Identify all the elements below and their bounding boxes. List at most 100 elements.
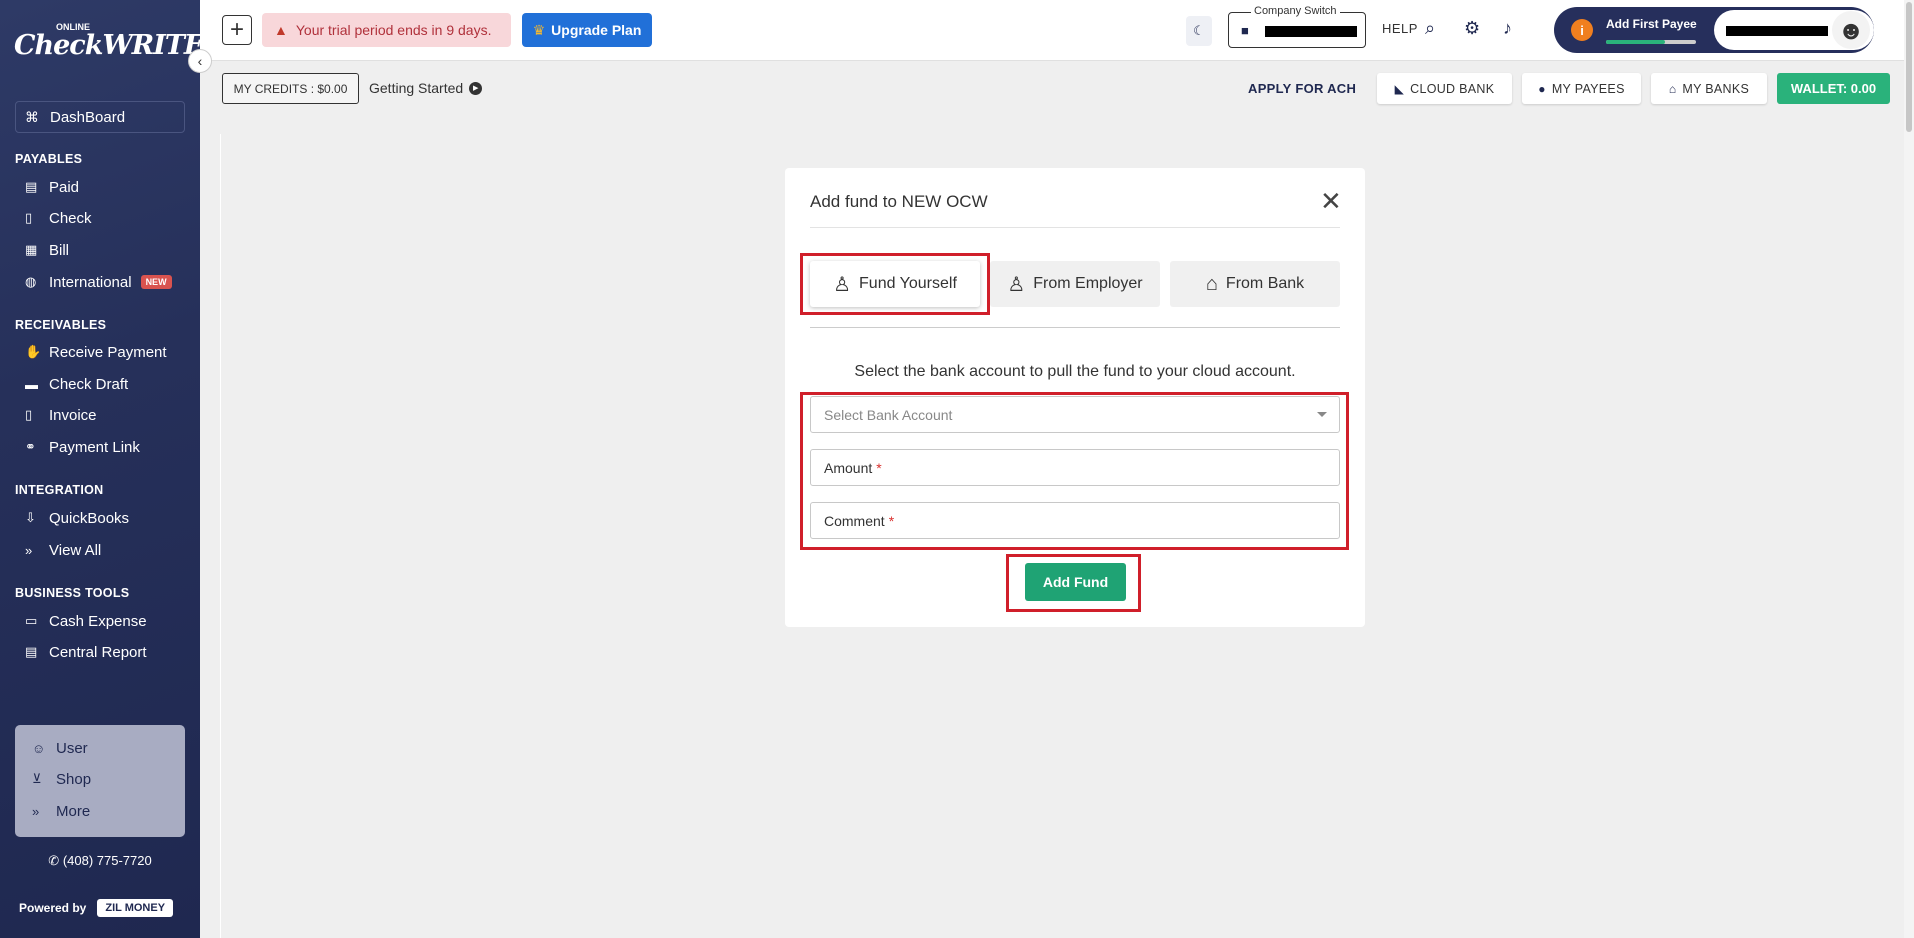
redacted-user-name — [1726, 26, 1828, 36]
section-receivables: RECEIVABLES — [15, 318, 107, 332]
tab-from-bank[interactable]: ⌂ From Bank — [1170, 261, 1340, 307]
sidebar-item-label: More — [56, 802, 91, 820]
command-icon: ⌘ — [25, 108, 39, 125]
company-switch-label: Company Switch — [1251, 5, 1340, 17]
phone-icon: ✆ — [48, 853, 60, 868]
add-new-button[interactable]: + — [222, 15, 252, 45]
section-integration: INTEGRATION — [15, 483, 104, 497]
sidebar-item-dashboard[interactable]: ⌘ DashBoard — [15, 101, 185, 133]
sidebar-item-label: Receive Payment — [49, 343, 167, 361]
sidebar-item-check-draft[interactable]: ▬ Check Draft — [25, 372, 128, 396]
section-business-tools: BUSINESS TOOLS — [15, 586, 130, 600]
sidebar-item-label: Cash Expense — [49, 612, 147, 630]
amount-field[interactable]: Amount * — [810, 449, 1340, 486]
upgrade-plan-button[interactable]: ♛ Upgrade Plan — [522, 13, 652, 47]
moon-icon: ☾ — [1193, 23, 1205, 38]
my-banks-button[interactable]: ⌂ MY BANKS — [1651, 73, 1767, 104]
sidebar-item-label: Central Report — [49, 643, 147, 661]
divider — [810, 227, 1340, 228]
globe-icon: ◍ — [25, 274, 37, 289]
hand-money-icon: ✋ — [25, 344, 42, 359]
sidebar-item-international[interactable]: ◍ International NEW — [25, 270, 172, 294]
chevron-down-icon — [1317, 412, 1327, 417]
tab-from-employer[interactable]: ♙ From Employer — [990, 261, 1160, 307]
getting-started-label: Getting Started — [369, 80, 464, 96]
sidebar-item-central-report[interactable]: ▤ Central Report — [25, 640, 147, 664]
support-phone[interactable]: ✆ (408) 775-7720 — [0, 853, 200, 869]
sidebar-item-label: View All — [49, 541, 102, 559]
company-switch[interactable]: Company Switch ■ — [1228, 5, 1366, 48]
sidebar-item-quickbooks[interactable]: ⇩ QuickBooks — [25, 506, 129, 530]
avatar: ☻ — [1832, 11, 1870, 49]
bank-icon: ⌂ — [1668, 81, 1677, 96]
wallet-icon: ▭ — [25, 613, 38, 628]
redacted-company-name — [1265, 26, 1357, 37]
sidebar-item-check[interactable]: ▯ Check — [25, 206, 92, 230]
sidebar-item-invoice[interactable]: ▯ Invoice — [25, 403, 97, 427]
add-fund-modal: Add fund to NEW OCW ✕ ♙ Fund Yourself ♙ Fr… — [785, 168, 1365, 627]
dark-mode-toggle[interactable]: ☾ — [1186, 16, 1212, 46]
receipt-icon: ▤ — [25, 179, 38, 194]
sidebar-item-cash-expense[interactable]: ▭ Cash Expense — [25, 609, 147, 633]
sidebar-item-shop[interactable]: ⊻ Shop — [32, 767, 91, 791]
comment-field[interactable]: Comment * — [810, 502, 1340, 539]
cloud-bank-icon: ◣ — [1394, 81, 1405, 96]
tab-label: Fund Yourself — [859, 275, 957, 292]
zil-money-logo[interactable]: ZIL MONEY — [97, 899, 174, 917]
wallet-button[interactable]: WALLET: 0.00 — [1777, 73, 1890, 104]
my-payees-button[interactable]: ● MY PAYEES — [1522, 73, 1641, 104]
payee-progress-fill — [1606, 40, 1665, 44]
sidebar-item-receive-payment[interactable]: ✋ Receive Payment — [25, 340, 167, 364]
sidebar-item-paid[interactable]: ▤ Paid — [25, 175, 79, 199]
sidebar-item-payment-link[interactable]: ⚭ Payment Link — [25, 435, 140, 459]
user-menu[interactable]: ☻ — [1714, 10, 1874, 50]
cloud-bank-button[interactable]: ◣ CLOUD BANK — [1377, 73, 1512, 104]
sidebar-item-more[interactable]: » More — [32, 799, 90, 823]
tab-fund-yourself[interactable]: ♙ Fund Yourself — [810, 261, 980, 307]
sidebar-item-bill[interactable]: ▦ Bill — [25, 238, 69, 262]
my-credits-badge[interactable]: MY CREDITS : $0.00 — [222, 73, 359, 104]
powered-by: Powered by ZIL MONEY — [19, 899, 174, 917]
crown-icon: ♛ — [532, 21, 546, 38]
bill-icon: ▦ — [25, 242, 38, 257]
person-icon: ♙ — [833, 273, 852, 296]
briefcase-icon: ■ — [1241, 23, 1249, 38]
sidebar-item-user[interactable]: ☺ User — [32, 736, 88, 760]
add-fund-button[interactable]: Add Fund — [1025, 563, 1126, 601]
tab-label: From Bank — [1225, 275, 1305, 292]
modal-description: Select the bank account to pull the fund… — [854, 363, 1296, 380]
required-mark: * — [888, 512, 895, 529]
sidebar-item-label: Check Draft — [49, 375, 129, 393]
invoice-icon: ▯ — [25, 407, 33, 422]
page-scrollbar[interactable] — [1904, 0, 1914, 938]
upgrade-label: Upgrade Plan — [551, 22, 642, 38]
help-link[interactable]: HELP — [1382, 21, 1418, 36]
sidebar-item-label: Invoice — [49, 406, 97, 424]
apply-for-ach-link[interactable]: APPLY FOR ACH — [1248, 81, 1356, 96]
close-icon[interactable]: ✕ — [1320, 188, 1342, 214]
sidebar-item-label: DashBoard — [50, 108, 126, 126]
checkwriter-logo[interactable]: ONLINE CheckWRITER — [14, 18, 200, 74]
employer-icon: ♙ — [1007, 273, 1026, 296]
sidebar-item-label: Check — [49, 209, 92, 227]
add-first-payee-widget[interactable]: i Add First Payee ☻ — [1554, 7, 1874, 53]
sidebar-item-view-all[interactable]: » View All — [25, 538, 101, 562]
gear-icon[interactable]: ⚙ — [1464, 18, 1480, 39]
search-icon[interactable]: ⌕ — [1425, 18, 1435, 39]
divider — [810, 327, 1340, 328]
report-icon: ▤ — [25, 644, 38, 659]
chevron-left-icon: ‹ — [197, 53, 203, 69]
double-chevron-icon: » — [25, 542, 33, 558]
getting-started-link[interactable]: Getting Started ▶ — [369, 80, 483, 96]
phone-number: (408) 775-7720 — [62, 853, 152, 868]
tab-label: From Employer — [1033, 275, 1143, 292]
scrollbar-thumb[interactable] — [1906, 2, 1912, 132]
draft-icon: ▬ — [25, 376, 38, 392]
comment-label: Comment — [824, 512, 885, 529]
sidebar-item-label: QuickBooks — [49, 509, 130, 527]
sidebar-collapse-button[interactable]: ‹ — [188, 49, 212, 73]
bell-icon[interactable]: ♪ — [1503, 18, 1512, 39]
plus-icon: + — [229, 16, 244, 43]
download-icon: ⇩ — [25, 510, 36, 525]
bank-account-select[interactable]: Select Bank Account — [810, 396, 1340, 433]
